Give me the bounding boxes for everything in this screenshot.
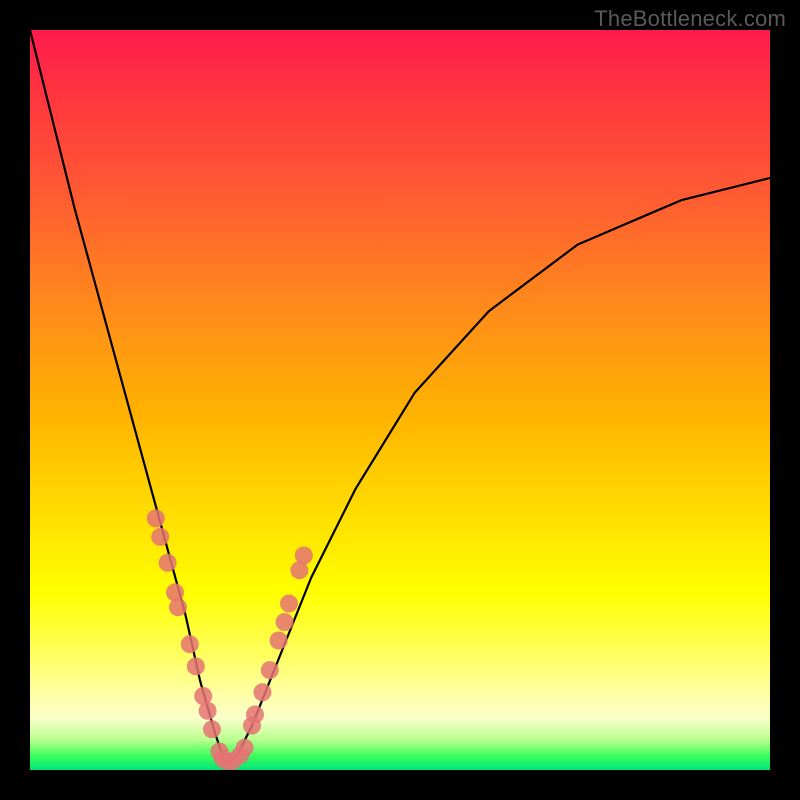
marker-point [203,720,221,738]
marker-point [181,635,199,653]
marker-point [169,598,187,616]
marker-point [276,613,294,631]
chart-svg [30,30,770,770]
marker-point [147,509,165,527]
marker-point [199,702,217,720]
watermark-text: TheBottleneck.com [594,6,786,32]
marker-point [253,683,271,701]
marker-point [151,528,169,546]
marker-point [246,706,264,724]
marker-point [270,632,288,650]
marker-point [187,657,205,675]
marker-point [295,546,313,564]
marker-point [159,554,177,572]
plot-area [30,30,770,770]
bottleneck-curve [30,30,770,763]
marker-point [280,595,298,613]
marker-point [166,583,184,601]
outer-frame: TheBottleneck.com [0,0,800,800]
marker-point [236,739,254,757]
marker-point [261,661,279,679]
marker-group [147,509,313,770]
